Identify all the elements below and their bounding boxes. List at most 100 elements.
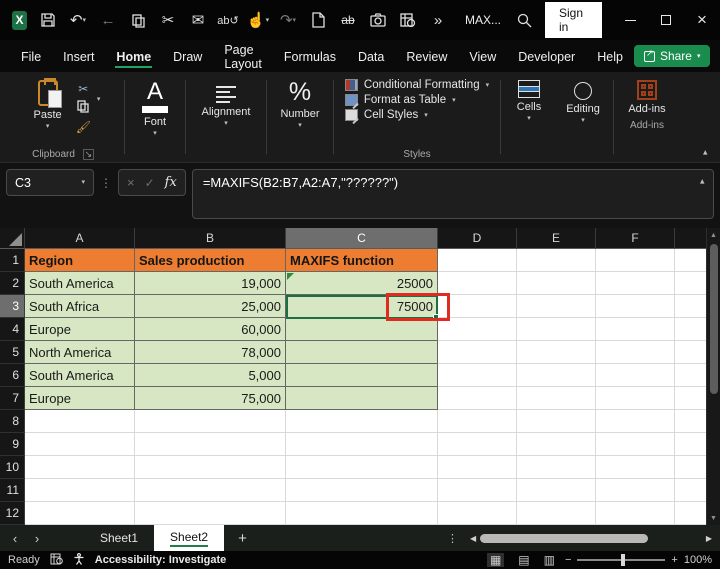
cell[interactable]	[25, 410, 135, 433]
sign-in-button[interactable]: Sign in	[545, 2, 602, 38]
column-header-e[interactable]: E	[517, 228, 596, 249]
cell-A1[interactable]: Region	[25, 249, 135, 272]
cell[interactable]	[286, 456, 438, 479]
cell[interactable]	[596, 502, 675, 525]
column-header-d[interactable]: D	[438, 228, 517, 249]
font-button[interactable]: A Font▾	[134, 78, 176, 139]
row-header-8[interactable]: 8	[0, 410, 25, 433]
cell[interactable]	[25, 479, 135, 502]
tab-data[interactable]: Data	[347, 43, 395, 70]
horizontal-scrollbar[interactable]: ◀ ▶	[466, 534, 716, 543]
cell[interactable]	[675, 387, 706, 410]
cell-C6[interactable]	[286, 364, 438, 387]
scroll-up-icon[interactable]: ▲	[710, 228, 717, 242]
cut-icon[interactable]: ✂	[155, 7, 181, 33]
tab-page-layout[interactable]: Page Layout	[213, 36, 273, 77]
cell[interactable]	[25, 502, 135, 525]
tab-view[interactable]: View	[458, 43, 507, 70]
cell[interactable]	[135, 410, 286, 433]
format-as-table-button[interactable]: Format as Table▾	[345, 94, 456, 106]
horizontal-scrollbar-thumb[interactable]	[480, 534, 648, 543]
cell[interactable]	[675, 433, 706, 456]
prev-sheet-icon[interactable]: ‹	[4, 531, 26, 546]
sheet-tab-sheet1[interactable]: Sheet1	[84, 525, 154, 551]
share-button[interactable]: Share▾	[634, 45, 711, 67]
cell[interactable]	[517, 502, 596, 525]
cell-B4[interactable]: 60,000	[135, 318, 286, 341]
cell[interactable]	[675, 341, 706, 364]
cell[interactable]	[438, 433, 517, 456]
cell-D7[interactable]	[438, 387, 517, 410]
cell-styles-button[interactable]: Cell Styles▾	[345, 109, 428, 121]
cell[interactable]	[675, 456, 706, 479]
page-break-view-icon[interactable]: ▥	[544, 553, 555, 567]
zoom-out-icon[interactable]: −	[565, 554, 571, 566]
row-header-2[interactable]: 2	[0, 272, 25, 295]
cell-D4[interactable]	[438, 318, 517, 341]
camera-icon[interactable]	[365, 7, 391, 33]
row-header-6[interactable]: 6	[0, 364, 25, 387]
cell-F1[interactable]	[596, 249, 675, 272]
cell-C4[interactable]	[286, 318, 438, 341]
cell[interactable]	[25, 433, 135, 456]
cell[interactable]	[675, 410, 706, 433]
cell[interactable]	[675, 364, 706, 387]
cell-A7[interactable]: Europe	[25, 387, 135, 410]
zoom-slider[interactable]	[577, 559, 665, 561]
zoom-slider-thumb[interactable]	[621, 554, 625, 566]
cell-B6[interactable]: 5,000	[135, 364, 286, 387]
cell[interactable]	[675, 295, 706, 318]
new-sheet-icon[interactable]: +	[224, 530, 261, 547]
copy-icon[interactable]	[125, 7, 151, 33]
cell-D2[interactable]	[438, 272, 517, 295]
scroll-right-icon[interactable]: ▶	[702, 534, 716, 543]
next-sheet-icon[interactable]: ›	[26, 531, 48, 546]
cell-E1[interactable]	[517, 249, 596, 272]
row-header-11[interactable]: 11	[0, 479, 25, 502]
cell[interactable]	[286, 479, 438, 502]
cell-B5[interactable]: 78,000	[135, 341, 286, 364]
tab-file[interactable]: File	[10, 43, 52, 70]
conditional-formatting-button[interactable]: Conditional Formatting▾	[345, 79, 489, 91]
vertical-scrollbar[interactable]: ▲ ▼	[706, 228, 720, 525]
cell-B1[interactable]: Sales production	[135, 249, 286, 272]
cells-button[interactable]: Cells▾	[509, 78, 549, 124]
cell[interactable]	[517, 410, 596, 433]
cell-B2[interactable]: 19,000	[135, 272, 286, 295]
row-header-12[interactable]: 12	[0, 502, 25, 525]
cell[interactable]	[438, 502, 517, 525]
accessibility-icon[interactable]	[73, 553, 85, 568]
cell[interactable]	[596, 479, 675, 502]
cell-F3[interactable]	[596, 295, 675, 318]
macro-record-icon[interactable]	[50, 553, 63, 568]
paste-options-chevron[interactable]: ▾	[97, 78, 101, 103]
addins-button[interactable]: Add-ins	[620, 78, 673, 117]
cell-F6[interactable]	[596, 364, 675, 387]
more-commands-icon[interactable]: »	[425, 7, 451, 33]
cell-F7[interactable]	[596, 387, 675, 410]
cell-F4[interactable]	[596, 318, 675, 341]
cell-B3[interactable]: 25,000	[135, 295, 286, 318]
collapse-formula-bar-icon[interactable]: ▾	[700, 176, 705, 187]
cell-F5[interactable]	[596, 341, 675, 364]
cell-A5[interactable]: North America	[25, 341, 135, 364]
sheet-options-dots-icon[interactable]: ⋮	[439, 532, 466, 545]
cell[interactable]	[675, 502, 706, 525]
row-header-1[interactable]: 1	[0, 249, 25, 272]
cell-E4[interactable]	[517, 318, 596, 341]
cell[interactable]	[675, 249, 706, 272]
row-header-9[interactable]: 9	[0, 433, 25, 456]
row-header-7[interactable]: 7	[0, 387, 25, 410]
undo-icon[interactable]: ↶▾	[65, 7, 91, 33]
formula-input[interactable]: =MAXIFS(B2:B7,A2:A7,"??????") ▾	[192, 169, 714, 219]
editing-button[interactable]: Editing▾	[558, 78, 608, 126]
row-header-4[interactable]: 4	[0, 318, 25, 341]
maximize-button[interactable]	[648, 0, 684, 40]
row-header-5[interactable]: 5	[0, 341, 25, 364]
cell[interactable]	[517, 433, 596, 456]
tab-draw[interactable]: Draw	[162, 43, 213, 70]
cell-B7[interactable]: 75,000	[135, 387, 286, 410]
cell[interactable]	[438, 456, 517, 479]
column-header-partial[interactable]	[675, 228, 706, 249]
cell[interactable]	[135, 433, 286, 456]
